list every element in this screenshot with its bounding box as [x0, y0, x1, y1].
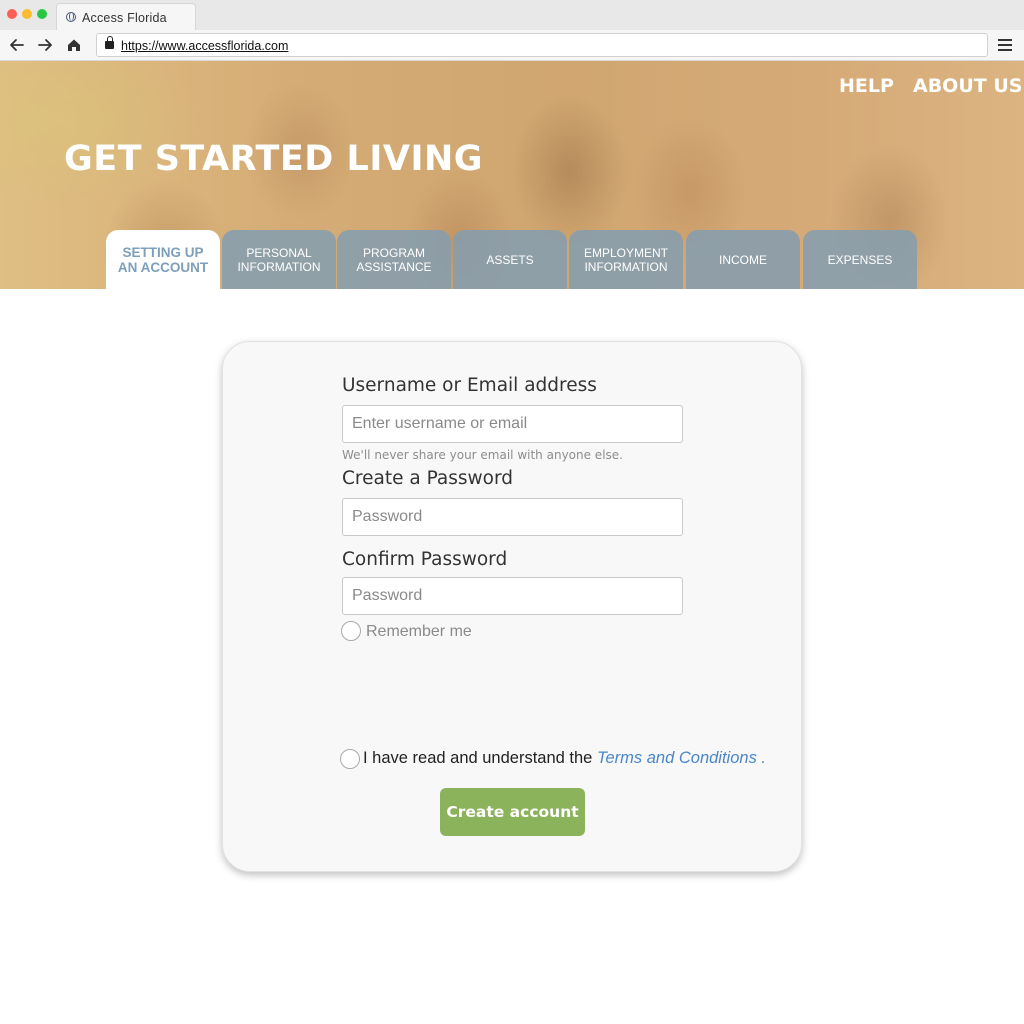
username-input[interactable]: [342, 405, 683, 443]
browser-titlebar: Access Florida: [0, 0, 1024, 30]
username-label: Username or Email address: [342, 375, 597, 396]
browser-toolbar: https://www.accessflorida.com: [0, 30, 1024, 61]
arrow-right-icon[interactable]: [36, 36, 54, 54]
terms-and-conditions-link[interactable]: Terms and Conditions: [597, 749, 757, 767]
close-window-button[interactable]: [7, 9, 17, 19]
url-text: https://www.accessflorida.com: [121, 39, 289, 53]
email-privacy-helper: We'll never share your email with anyone…: [342, 448, 623, 462]
step-tab-program-assistance[interactable]: PROGRAM ASSISTANCE: [337, 230, 451, 289]
about-us-link[interactable]: ABOUT US: [913, 75, 1022, 97]
create-password-label: Create a Password: [342, 468, 513, 489]
step-tab-income[interactable]: INCOME: [686, 230, 800, 289]
address-bar[interactable]: https://www.accessflorida.com: [96, 33, 988, 57]
tab-title: Access Florida: [82, 11, 167, 25]
help-link[interactable]: HELP: [839, 75, 894, 97]
hamburger-menu-icon[interactable]: [998, 39, 1012, 51]
hero-headline: GET STARTED LIVING: [64, 139, 484, 179]
browser-tab[interactable]: Access Florida: [56, 3, 196, 30]
hero-banner: GET STARTED LIVING HELP ABOUT US SETTING…: [0, 61, 1024, 289]
maximize-window-button[interactable]: [37, 9, 47, 19]
terms-suffix: .: [756, 749, 767, 767]
confirm-password-label: Confirm Password: [342, 549, 508, 570]
create-account-button[interactable]: Create account: [440, 788, 585, 836]
step-tab-employment-information[interactable]: EMPLOYMENT INFORMATION: [569, 230, 683, 289]
terms-statement: I have read and understand the Terms and…: [363, 749, 766, 768]
home-icon[interactable]: [65, 36, 83, 54]
globe-icon: [66, 12, 76, 22]
step-tab-personal-information[interactable]: PERSONAL INFORMATION: [222, 230, 336, 289]
step-tab-assets[interactable]: ASSETS: [453, 230, 567, 289]
terms-prefix: I have read and understand the: [363, 749, 597, 767]
create-password-input[interactable]: [342, 498, 683, 536]
step-tab-setting-up-account[interactable]: SETTING UP AN ACCOUNT: [106, 230, 220, 289]
create-account-card: Username or Email address We'll never sh…: [222, 341, 802, 872]
terms-radio[interactable]: [340, 749, 360, 769]
lock-icon: [105, 36, 114, 49]
step-tab-expenses[interactable]: EXPENSES: [803, 230, 917, 289]
minimize-window-button[interactable]: [22, 9, 32, 19]
remember-me-label: Remember me: [366, 623, 472, 640]
remember-me-radio[interactable]: [341, 621, 361, 641]
confirm-password-input[interactable]: [342, 577, 683, 615]
arrow-left-icon[interactable]: [8, 36, 26, 54]
